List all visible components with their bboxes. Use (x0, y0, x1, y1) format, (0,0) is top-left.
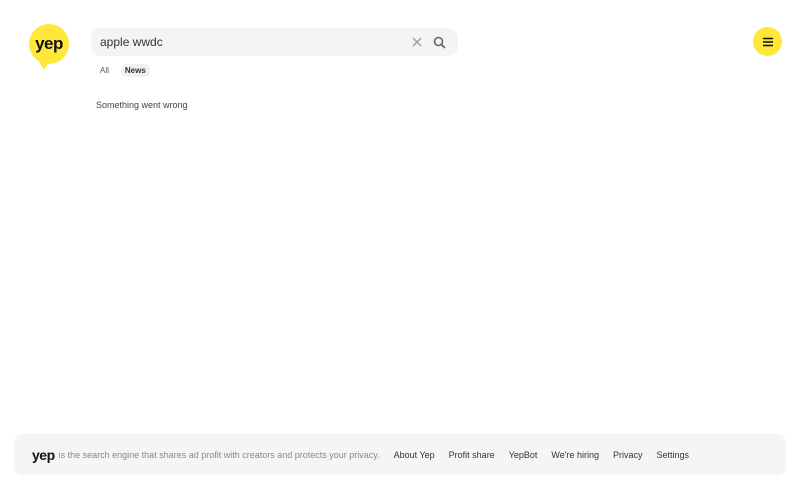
footer-logo: yep (32, 446, 55, 463)
search-icon[interactable] (428, 31, 450, 53)
footer-link-settings[interactable]: Settings (657, 450, 690, 460)
tab-news[interactable]: News (120, 64, 150, 77)
footer-link-profit-share[interactable]: Profit share (449, 450, 495, 460)
footer-link-yepbot[interactable]: YepBot (509, 450, 538, 460)
footer-tagline: is the search engine that shares ad prof… (58, 449, 380, 460)
menu-button[interactable] (753, 27, 782, 56)
search-input[interactable] (100, 35, 406, 49)
footer: yep is the search engine that shares ad … (14, 434, 786, 475)
error-message: Something went wrong (96, 100, 188, 110)
search-tabs: All News (96, 64, 150, 77)
search-bar (91, 28, 458, 56)
tab-all[interactable]: All (96, 64, 113, 77)
hamburger-icon (762, 37, 773, 46)
footer-link-about[interactable]: About Yep (394, 450, 435, 460)
close-icon[interactable] (406, 31, 428, 53)
footer-link-privacy[interactable]: Privacy (613, 450, 643, 460)
footer-link-hiring[interactable]: We're hiring (551, 450, 599, 460)
yep-logo[interactable]: yep (29, 24, 69, 70)
